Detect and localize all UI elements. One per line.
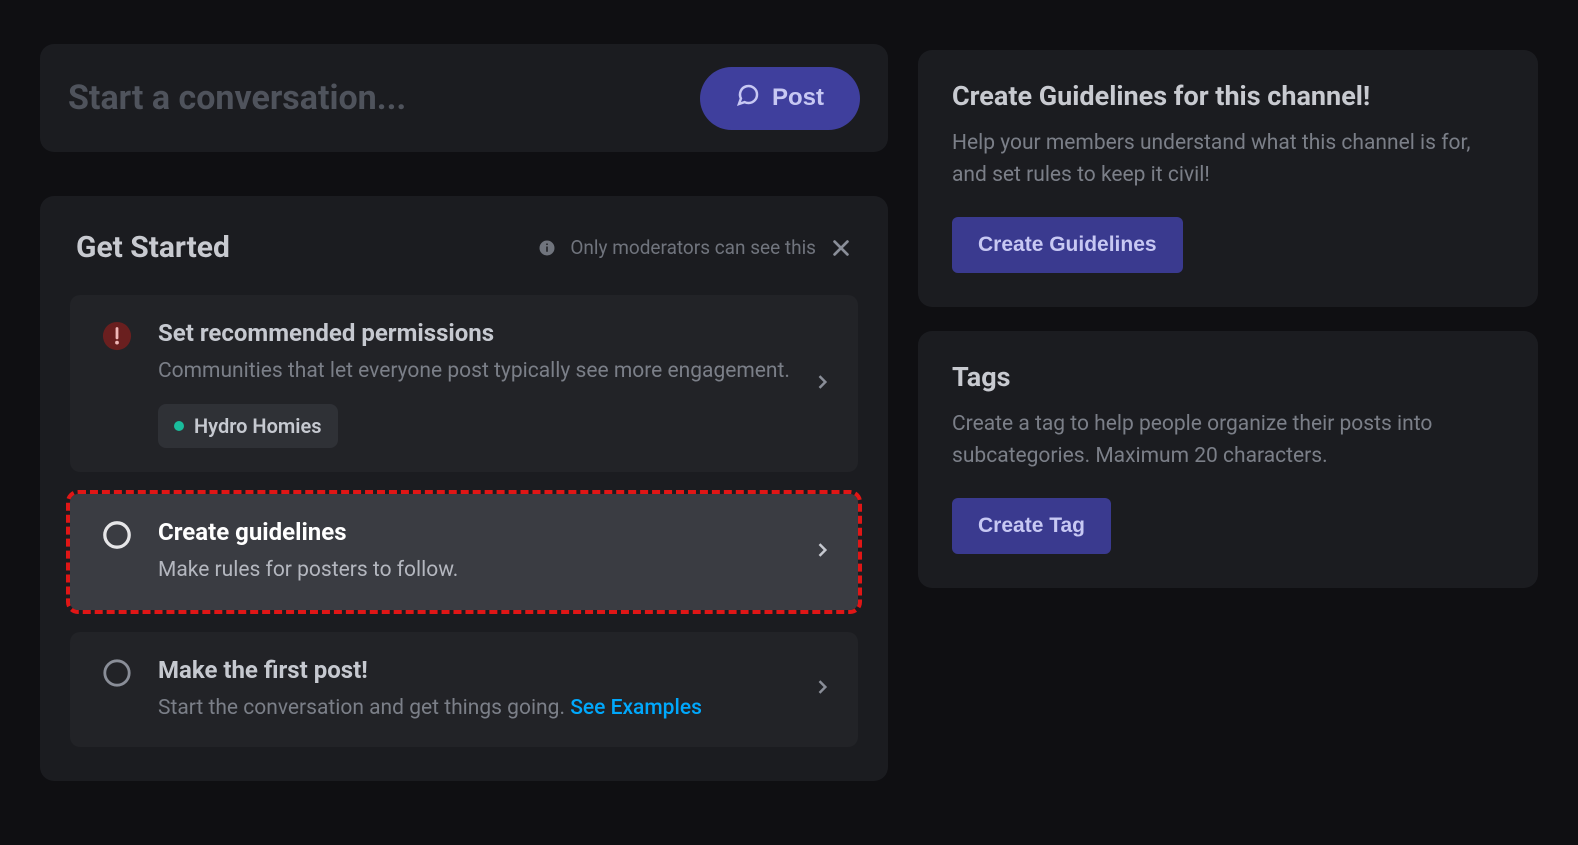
chevron-right-icon [812,677,832,701]
side-column: Create Guidelines for this channel! Help… [918,44,1538,781]
step-create-guidelines[interactable]: Create guidelines Make rules for posters… [70,494,858,609]
step-list: Set recommended permissions Communities … [70,295,858,747]
step-make-first-post[interactable]: Make the first post! Start the conversat… [70,632,858,747]
get-started-card: Get Started Only moderators can see this [40,196,888,781]
step-title: Make the first post! [158,656,830,684]
step-body: Create guidelines Make rules for posters… [158,518,830,585]
create-guidelines-button[interactable]: Create Guidelines [952,217,1183,273]
role-pill[interactable]: Hydro Homies [158,404,338,448]
see-examples-link[interactable]: See Examples [570,696,702,720]
role-color-dot [174,421,184,431]
step-body: Set recommended permissions Communities … [158,319,830,448]
close-icon[interactable] [830,237,852,259]
step-desc: Make rules for posters to follow. [158,556,830,585]
step-body: Make the first post! Start the conversat… [158,656,830,723]
info-icon [538,239,556,257]
step-set-permissions[interactable]: Set recommended permissions Communities … [70,295,858,472]
chat-bubble-icon [736,83,760,114]
chevron-right-icon [812,540,832,564]
tags-panel: Tags Create a tag to help people organiz… [918,331,1538,588]
get-started-header: Get Started Only moderators can see this [70,230,858,265]
guidelines-panel: Create Guidelines for this channel! Help… [918,50,1538,307]
guidelines-panel-title: Create Guidelines for this channel! [952,80,1504,112]
page-root: Start a conversation... Post Get Started… [0,0,1578,821]
step-title: Set recommended permissions [158,319,830,347]
empty-circle-icon [98,518,136,550]
tags-panel-title: Tags [952,361,1504,393]
start-conversation-placeholder: Start a conversation... [68,78,406,118]
moderator-note: Only moderators can see this [538,236,852,259]
get-started-title: Get Started [76,230,230,265]
main-column: Start a conversation... Post Get Started… [40,44,888,781]
step-desc-text: Start the conversation and get things go… [158,696,570,720]
alert-icon [98,319,136,351]
role-name: Hydro Homies [194,414,322,438]
step-desc: Start the conversation and get things go… [158,694,830,723]
post-button-label: Post [772,84,824,112]
post-button[interactable]: Post [700,67,860,130]
moderator-note-text: Only moderators can see this [570,236,816,259]
empty-circle-icon [98,656,136,688]
guidelines-panel-desc: Help your members understand what this c… [952,128,1504,191]
chevron-right-icon [812,372,832,396]
step-desc: Communities that let everyone post typic… [158,357,830,386]
step-title: Create guidelines [158,518,830,546]
create-tag-button[interactable]: Create Tag [952,498,1111,554]
start-conversation-bar[interactable]: Start a conversation... Post [40,44,888,152]
tags-panel-desc: Create a tag to help people organize the… [952,409,1504,472]
